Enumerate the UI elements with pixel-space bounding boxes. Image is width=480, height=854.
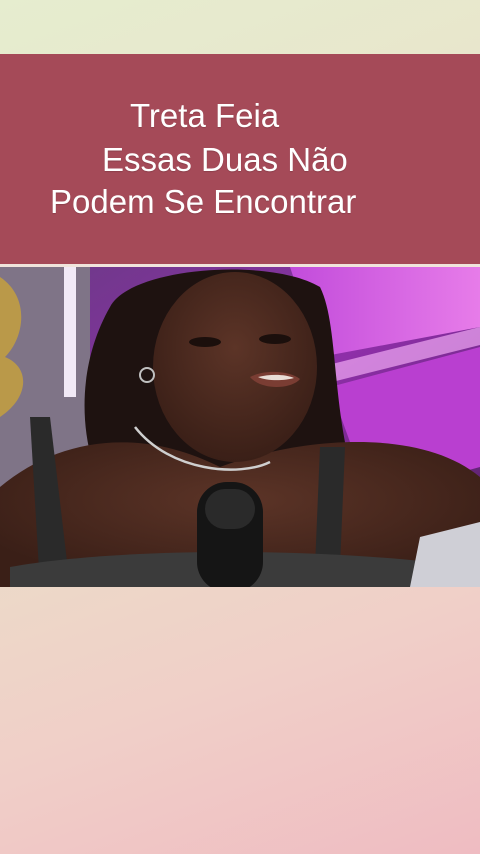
light-strip: [64, 267, 76, 397]
video-frame[interactable]: [0, 267, 480, 587]
title-banner: Treta Feia Essas Duas Não Podem Se Encon…: [0, 54, 480, 264]
title-line-2: Essas Duas Não: [102, 141, 348, 178]
strap-right: [315, 447, 345, 567]
video-still: [0, 267, 480, 587]
mic-grille: [205, 489, 255, 529]
face: [153, 272, 317, 462]
title-line-1: Treta Feia: [130, 97, 280, 134]
eye-left: [189, 337, 221, 347]
eye-right: [259, 334, 291, 344]
title-line-3: Podem Se Encontrar: [50, 183, 357, 220]
